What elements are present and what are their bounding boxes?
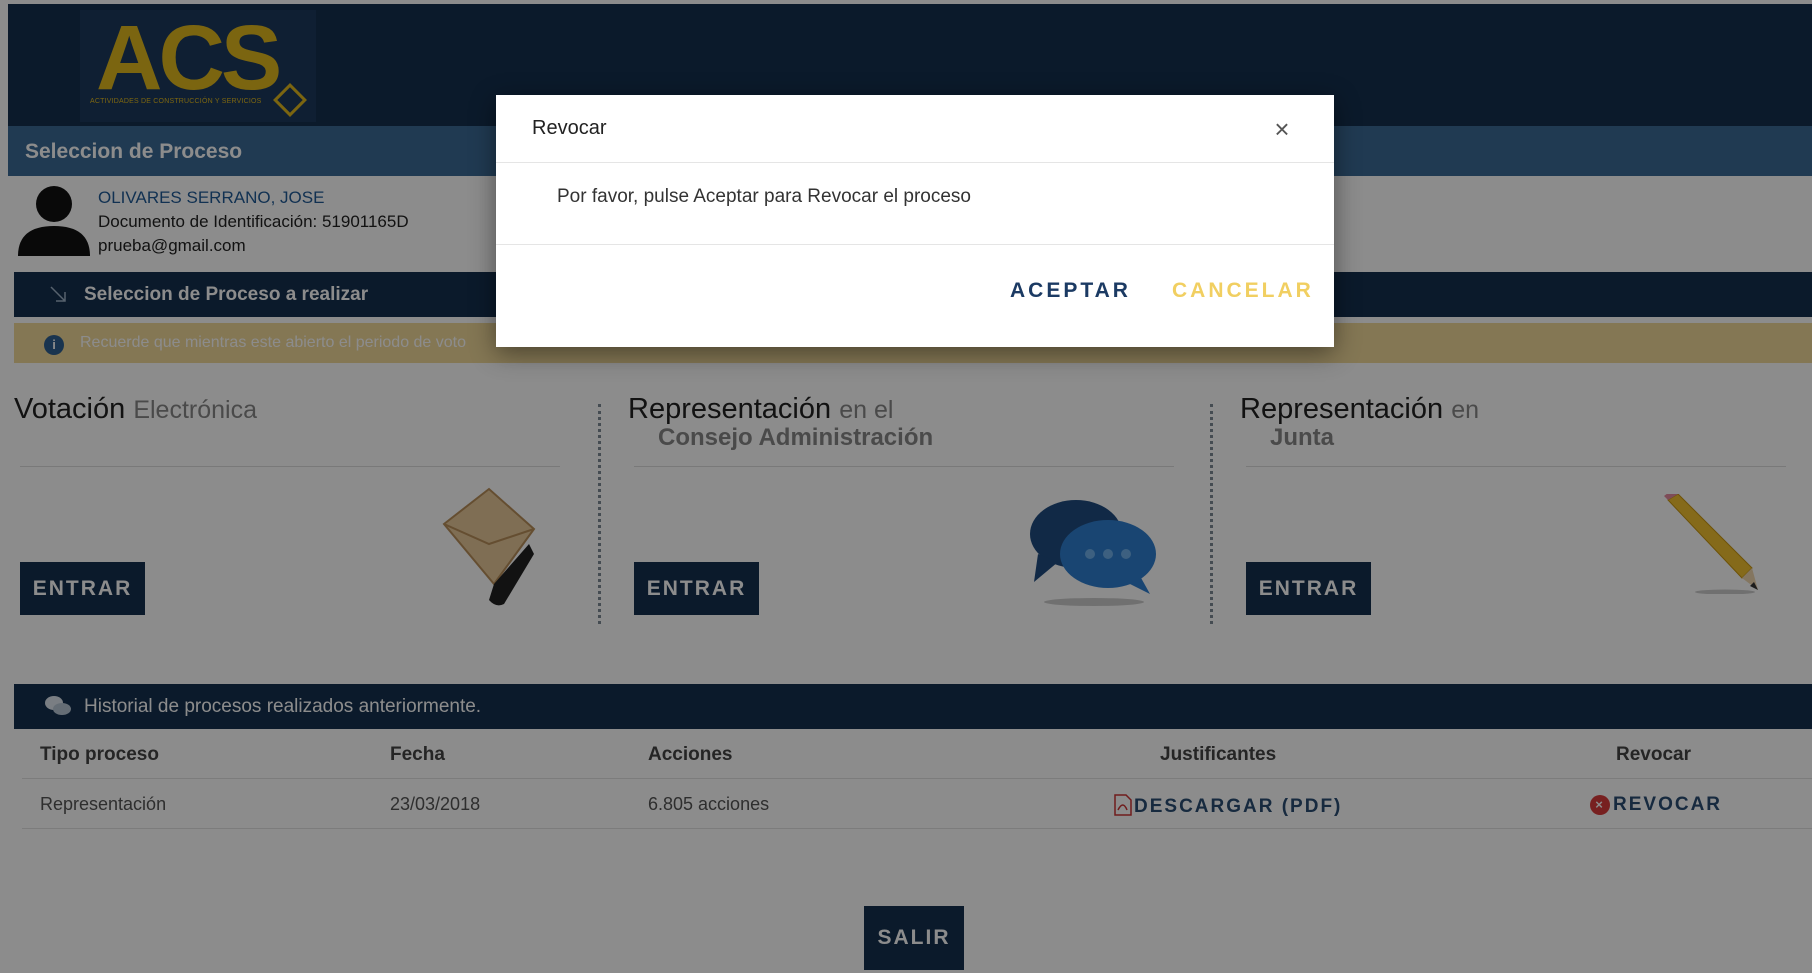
close-icon[interactable]: × xyxy=(1262,111,1302,147)
accept-button[interactable]: ACEPTAR xyxy=(1010,279,1131,303)
modal-header: Revocar × xyxy=(496,95,1334,163)
modal-title: Revocar xyxy=(532,117,607,139)
revoke-modal: Revocar × Por favor, pulse Aceptar para … xyxy=(496,95,1334,347)
modal-message: Por favor, pulse Aceptar para Revocar el… xyxy=(557,186,972,207)
modal-footer: ACEPTAR CANCELAR xyxy=(496,245,1334,347)
modal-body: Por favor, pulse Aceptar para Revocar el… xyxy=(496,163,1334,245)
cancel-button[interactable]: CANCELAR xyxy=(1172,279,1314,303)
